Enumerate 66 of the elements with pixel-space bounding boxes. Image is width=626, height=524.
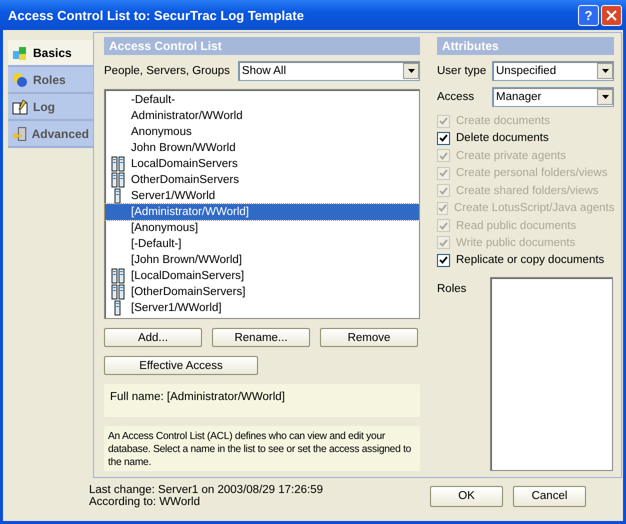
filter-dropdown[interactable]: Show All: [238, 60, 420, 81]
list-item[interactable]: [-Default-]: [105, 236, 419, 252]
full-name-text: Full name: [Administrator/WWorld]: [104, 384, 420, 418]
servers-icon: [111, 268, 125, 284]
last-change-text: Last change: Server1 on 2003/08/29 17:26:59: [89, 484, 324, 496]
list-item[interactable]: Administrator/WWorld: [105, 108, 419, 124]
effective-access-button[interactable]: Effective Access: [104, 356, 258, 376]
according-to-text: According to: WWorld: [89, 496, 201, 508]
checkbox-label: Create private agents: [456, 150, 566, 162]
list-item[interactable]: [Server1/WWorld]: [105, 300, 419, 316]
list-item[interactable]: -Default-: [105, 92, 419, 108]
book-icon: [12, 98, 28, 114]
user-type-label: User type: [437, 65, 488, 78]
key-server-icon: [12, 126, 27, 142]
checkbox-label: Replicate or copy documents: [456, 254, 604, 266]
list-item[interactable]: Server1/WWorld: [105, 188, 419, 204]
description-text: An Access Control List (ACL) defines who can view and edit your database. Select a name in the list to see or set the access assigned to the name.: [104, 426, 420, 472]
section-header: Attributes: [437, 37, 614, 56]
list-item[interactable]: LocalDomainServers: [105, 156, 419, 172]
dialog-button[interactable]: Cancel: [513, 486, 586, 506]
checkbox-label: Read public documents: [456, 220, 576, 232]
dropdown-arrow-icon: [602, 95, 608, 100]
masks-icon: [12, 72, 28, 88]
checkbox-label: Create personal folders/views: [456, 167, 608, 180]
list-item[interactable]: Anonymous: [105, 124, 419, 140]
sidebar-tab[interactable]: Basics: [8, 40, 94, 67]
sidebar-tab[interactable]: Log: [8, 94, 93, 121]
checkbox[interactable]: [437, 254, 450, 267]
section-header: Access Control List: [104, 37, 420, 55]
servers-icon: [111, 156, 125, 172]
sidebar-tab[interactable]: Roles: [8, 67, 93, 94]
dropdown-arrow-icon: [408, 68, 414, 73]
list-item[interactable]: [Administrator/WWorld]: [105, 204, 419, 220]
server-icon: [114, 188, 122, 204]
server-icon: [114, 300, 122, 316]
window-title: Access Control List to: SecurTrac Log Template: [8, 8, 305, 22]
list-item[interactable]: John Brown/WWorld: [105, 140, 419, 156]
checkbox-label: Create shared folders/views: [456, 184, 599, 197]
list-item[interactable]: [LocalDomainServers]: [105, 268, 419, 284]
checkbox[interactable]: [437, 132, 450, 145]
action-button[interactable]: Rename...: [212, 328, 310, 348]
servers-icon: [111, 172, 125, 188]
help-button[interactable]: ?: [578, 4, 599, 26]
checkbox-label: Create documents: [456, 115, 550, 128]
servers-icon: [111, 284, 125, 300]
dropdown-arrow-icon: [602, 69, 608, 74]
access-dropdown[interactable]: Manager: [492, 87, 614, 108]
checkbox-label: Delete documents: [456, 132, 549, 144]
roles-label: Roles: [437, 283, 468, 296]
action-button[interactable]: Add...: [104, 328, 202, 348]
close-icon: [606, 10, 617, 20]
user-type-dropdown[interactable]: Unspecified: [492, 61, 614, 82]
dialog-button[interactable]: OK: [430, 486, 503, 506]
close-button[interactable]: [601, 4, 622, 26]
blocks-icon: [12, 44, 28, 60]
list-item[interactable]: [Anonymous]: [105, 220, 419, 236]
list-item[interactable]: [John Brown/WWorld]: [105, 252, 419, 268]
list-item[interactable]: [OtherDomainServers]: [105, 284, 419, 300]
sidebar-tab[interactable]: Advanced: [8, 121, 93, 148]
checkbox-label: Write public documents: [456, 236, 576, 249]
access-label: Access: [437, 91, 476, 104]
checkbox-label: Create LotusScript/Java agents: [454, 202, 614, 214]
action-button[interactable]: Remove: [320, 328, 418, 348]
roles-list[interactable]: [490, 277, 613, 472]
filter-label: People, Servers, Groups: [104, 64, 230, 77]
list-item[interactable]: OtherDomainServers: [105, 172, 419, 188]
